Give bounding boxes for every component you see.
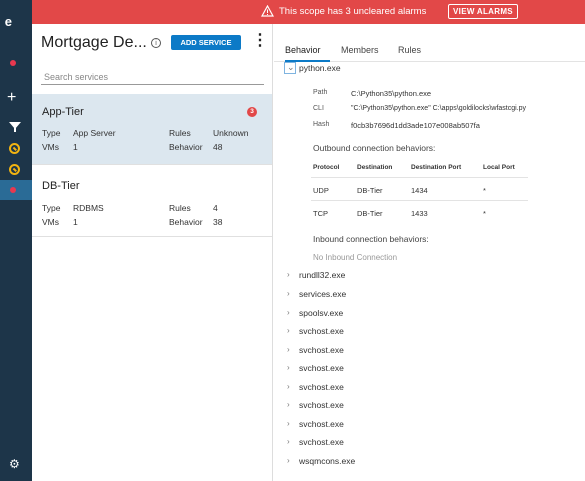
rules-value: 4 [213,203,218,213]
process-name-expanded[interactable]: python.exe [299,63,341,73]
chevron-right-icon[interactable]: › [287,400,290,409]
type-label: Type [42,128,61,138]
process-item[interactable]: svchost.exe [299,326,344,336]
service-card-app-tier[interactable]: App-Tier 3 Type App Server Rules Unknown… [32,94,272,165]
service-name: App-Tier [42,106,84,118]
type-label: Type [42,203,61,213]
outbound-title: Outbound connection behaviors: [313,143,436,153]
service-card-db-tier[interactable]: DB-Tier Type RDBMS Rules 4 VMs 1 Behavio… [32,167,272,237]
type-value: RDBMS [73,203,104,213]
chevron-down-icon[interactable]: ⌄ [287,62,295,73]
chevron-right-icon[interactable]: › [287,289,290,298]
row-destination-port: 1434 [411,186,428,195]
cli-value: "C:\Python35\python.exe" C:\apps\goldilo… [351,105,527,112]
rules-label: Rules [169,128,191,138]
rail-active-item[interactable] [0,180,32,200]
process-item[interactable]: spoolsv.exe [299,308,343,318]
row-local-port: * [483,186,486,195]
view-alarms-button[interactable]: VIEW ALARMS [448,4,518,19]
alarm-badge: 3 [247,107,257,117]
hash-label: Hash [313,121,330,128]
vms-label: VMs [42,142,59,152]
inbound-empty: No Inbound Connection [313,253,398,262]
type-value: App Server [73,128,116,138]
details-panel: Behavior Members Rules ⌄ python.exe Path… [274,24,585,481]
behavior-label: Behavior [169,142,203,152]
services-panel: Mortgage De... i ADD SERVICE ⋮ App-Tier … [32,24,273,481]
add-service-button[interactable]: ADD SERVICE [171,35,241,50]
hash-value: f0cb3b7696d1dd3ade107e008ab507fa [351,121,480,130]
process-item[interactable]: svchost.exe [299,345,344,355]
inbound-title: Inbound connection behaviors: [313,234,429,244]
more-menu-icon[interactable]: ⋮ [252,33,268,49]
tab-behavior[interactable]: Behavior [285,45,321,55]
vms-value: 1 [73,142,78,152]
chevron-right-icon[interactable]: › [287,363,290,372]
info-icon[interactable]: i [151,38,161,48]
filter-icon-stem [14,128,16,132]
chevron-right-icon[interactable]: › [287,419,290,428]
table-row-divider [311,200,528,201]
process-item[interactable]: svchost.exe [299,382,344,392]
compass-icon-2[interactable] [9,164,20,175]
chevron-right-icon[interactable]: › [287,437,290,446]
service-name: DB-Tier [42,180,80,192]
process-item[interactable]: svchost.exe [299,363,344,373]
behavior-value: 38 [213,217,223,227]
process-item[interactable]: wsqmcons.exe [299,456,355,466]
col-protocol: Protocol [313,164,340,171]
compass-icon[interactable] [9,143,20,154]
row-local-port: * [483,209,486,218]
process-item[interactable]: services.exe [299,289,346,299]
row-protocol: TCP [313,209,328,218]
page-title: Mortgage De... [41,34,147,51]
rules-label: Rules [169,203,191,213]
vms-value: 1 [73,217,78,227]
vms-label: VMs [42,217,59,227]
search-input[interactable] [41,69,264,85]
path-value: C:\Python35\python.exe [351,89,432,98]
nav-rail: e + ⚙ [0,0,32,481]
process-item[interactable]: svchost.exe [299,419,344,429]
cli-label: CLI [313,105,324,112]
alarm-banner: This scope has 3 uncleared alarms VIEW A… [32,0,585,24]
row-protocol: UDP [313,186,329,195]
row-destination: DB-Tier [357,209,383,218]
tab-members[interactable]: Members [341,45,379,55]
path-label: Path [313,89,328,96]
process-item[interactable]: rundll32.exe [299,270,345,280]
chevron-right-icon[interactable]: › [287,270,290,279]
col-local-port: Local Port [483,164,515,171]
chevron-right-icon[interactable]: › [287,308,290,317]
col-destination-port: Destination Port [411,164,462,171]
process-item[interactable]: svchost.exe [299,437,344,447]
row-destination: DB-Tier [357,186,383,195]
warning-icon [261,5,274,17]
behavior-value: 48 [213,142,223,152]
col-destination: Destination [357,164,393,171]
table-header-divider [311,177,528,178]
process-item[interactable]: svchost.exe [299,400,344,410]
chevron-right-icon[interactable]: › [287,345,290,354]
alarm-message: This scope has 3 uncleared alarms [279,6,427,17]
rules-value: Unknown [213,128,249,138]
add-icon[interactable]: + [7,90,16,106]
row-destination-port: 1433 [411,209,428,218]
logo: e [4,14,12,29]
chevron-right-icon[interactable]: › [287,456,290,465]
chevron-right-icon[interactable]: › [287,382,290,391]
tab-rules[interactable]: Rules [398,45,421,55]
active-dot-icon [10,187,16,193]
gear-icon[interactable]: ⚙ [9,457,20,471]
alert-dot-icon [10,60,16,66]
behavior-label: Behavior [169,217,203,227]
chevron-right-icon[interactable]: › [287,326,290,335]
